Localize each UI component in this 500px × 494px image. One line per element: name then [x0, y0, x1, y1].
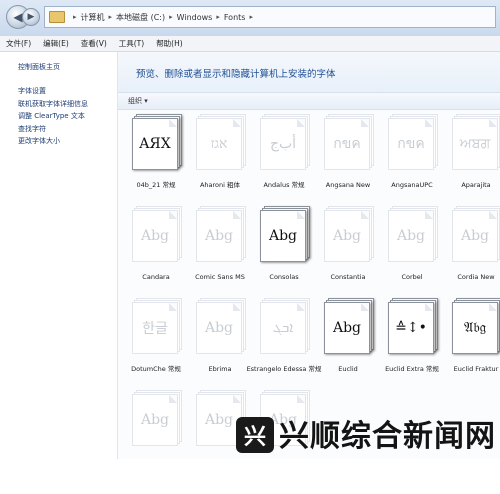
chevron-right-icon: ▸: [73, 13, 77, 21]
font-preview-sample: 𝔄𝔟𝔤: [464, 320, 486, 336]
breadcrumb-item[interactable]: 计算机: [81, 12, 105, 23]
font-preview-sample: 한글: [142, 321, 168, 337]
font-preview-sample: กขค: [397, 136, 425, 152]
font-preview-sample: Abg: [332, 228, 362, 244]
sidebar-links: 字体设置 联机获取字体详细信息 调整 ClearType 文本 查找字符 更改字…: [18, 85, 88, 148]
font-tile[interactable]: 한글 DotumChe 常规: [124, 298, 188, 402]
font-name: Cordia New: [457, 273, 495, 281]
page-title: 预览、删除或者显示和隐藏计算机上安装的字体: [136, 69, 336, 80]
font-tile[interactable]: ਅਬਗ Aparajita: [444, 114, 500, 218]
main-header: 预览、删除或者显示和隐藏计算机上安装的字体: [118, 52, 500, 92]
font-tile[interactable]: Abg: [124, 390, 188, 494]
font-file-icon: Abg: [324, 298, 374, 354]
font-preview-sample: ܐܒܓ: [272, 320, 294, 336]
font-file-icon: ﺃﺏﺝ: [260, 114, 310, 170]
breadcrumb-item[interactable]: Windows: [177, 13, 213, 22]
sidebar-item-font-settings[interactable]: 字体设置: [18, 85, 88, 98]
main-panel: 预览、删除或者显示和隐藏计算机上安装的字体 组织 ▾ AЯX 04b_21 常规 א…: [118, 52, 500, 459]
font-preview-sample: AЯX: [139, 136, 171, 152]
font-tile[interactable]: ≙↕• Euclid Extra 常规: [380, 298, 444, 402]
toolbar: 组织 ▾: [118, 92, 500, 110]
font-file-icon: Abg: [260, 206, 310, 262]
organize-button[interactable]: 组织 ▾: [128, 96, 148, 106]
font-file-icon: Abg: [132, 390, 182, 446]
font-name: Euclid Fraktur: [453, 365, 499, 373]
font-preview-sample: Abg: [204, 320, 234, 336]
control-panel-home-link[interactable]: 控制面板主页: [18, 62, 60, 72]
font-preview-sample: ਅਬਗ: [459, 136, 491, 152]
chevron-right-icon: ▸: [216, 13, 220, 21]
sidebar-item-online-font-info[interactable]: 联机获取字体详细信息: [18, 98, 88, 111]
sidebar-item-find-character[interactable]: 查找字符: [18, 123, 88, 136]
chevron-right-icon: ▸: [108, 13, 113, 21]
font-file-icon: Abg: [324, 206, 374, 262]
font-tile[interactable]: Abg Constantia: [316, 206, 380, 310]
forward-arrow-icon: ▶: [27, 12, 35, 22]
folder-icon: [49, 11, 65, 23]
watermark-logo: 兴: [236, 417, 274, 453]
font-tile[interactable]: Abg Consolas: [252, 206, 316, 310]
font-file-icon: Abg: [452, 206, 500, 262]
font-file-icon: 한글: [132, 298, 182, 354]
font-file-icon: Abg: [196, 206, 246, 262]
font-file-icon: ≙↕•: [388, 298, 438, 354]
font-tile[interactable]: กขค AngsanaUPC: [380, 114, 444, 218]
menu-tools[interactable]: 工具(T): [119, 38, 144, 49]
font-tile[interactable]: Abg Comic Sans MS: [188, 206, 252, 310]
font-preview-sample: ﺃﺏﺝ: [269, 136, 297, 152]
sidebar: 控制面板主页 字体设置 联机获取字体详细信息 调整 ClearType 文本 查…: [0, 52, 118, 459]
breadcrumb-item[interactable]: 本地磁盘 (C:): [116, 12, 165, 23]
breadcrumb[interactable]: ▸ 计算机 ▸ 本地磁盘 (C:) ▸ Windows ▸ Fonts ▸: [44, 6, 496, 28]
font-preview-sample: Abg: [268, 228, 298, 244]
font-tile[interactable]: ﺃﺏﺝ Andalus 常规: [252, 114, 316, 218]
font-preview-sample: Abg: [460, 228, 490, 244]
chevron-right-icon: ▸: [169, 13, 173, 21]
chevron-right-icon: ▸: [249, 13, 253, 21]
menu-bar: 文件(F) 编辑(E) 查看(V) 工具(T) 帮助(H): [0, 36, 500, 52]
font-file-icon: אגז: [196, 114, 246, 170]
font-file-icon: AЯX: [132, 114, 182, 170]
font-file-icon: ܐܒܓ: [260, 298, 310, 354]
font-preview-sample: Abg: [396, 228, 426, 244]
menu-help[interactable]: 帮助(H): [156, 38, 183, 49]
font-preview-sample: กขค: [333, 136, 361, 152]
font-tile[interactable]: אגז Aharoni 粗体: [188, 114, 252, 218]
font-preview-sample: אגז: [210, 135, 228, 152]
font-tile[interactable]: Abg Candara: [124, 206, 188, 310]
font-preview-sample: Abg: [204, 228, 234, 244]
font-file-icon: Abg: [132, 206, 182, 262]
address-bar: ◀ ▶ ▸ 计算机 ▸ 本地磁盘 (C:) ▸ Windows ▸ Fonts …: [0, 0, 500, 37]
font-tile[interactable]: Abg Euclid: [316, 298, 380, 402]
font-file-icon: กขค: [388, 114, 438, 170]
font-file-icon: Abg: [388, 206, 438, 262]
forward-button[interactable]: ▶: [22, 8, 40, 26]
font-preview-sample: Abg: [140, 228, 170, 244]
font-file-icon: ਅਬਗ: [452, 114, 500, 170]
font-tile[interactable]: Abg Ebrima: [188, 298, 252, 402]
font-preview-sample: Abg: [332, 320, 362, 336]
font-file-icon: Abg: [196, 298, 246, 354]
font-tile[interactable]: Abg Corbel: [380, 206, 444, 310]
font-name: Aparajita: [461, 181, 491, 189]
menu-edit[interactable]: 编辑(E): [43, 38, 69, 49]
sidebar-item-change-font-size[interactable]: 更改字体大小: [18, 135, 88, 148]
watermark-text: 兴顺综合新闻网: [279, 419, 496, 454]
font-preview-sample: Abg: [140, 412, 170, 428]
menu-file[interactable]: 文件(F): [6, 38, 31, 49]
font-preview-sample: Abg: [204, 412, 234, 428]
font-file-icon: กขค: [324, 114, 374, 170]
font-tile[interactable]: Abg Cordia New: [444, 206, 500, 310]
font-tile[interactable]: AЯX 04b_21 常规: [124, 114, 188, 218]
breadcrumb-item[interactable]: Fonts: [224, 13, 246, 22]
font-tile[interactable]: 𝔄𝔟𝔤 Euclid Fraktur: [444, 298, 500, 402]
font-tile[interactable]: ܐܒܓ Estrangelo Edessa 常规: [247, 298, 321, 402]
font-preview-sample: ≙↕•: [395, 320, 427, 336]
font-file-icon: 𝔄𝔟𝔤: [452, 298, 500, 354]
sidebar-item-cleartype[interactable]: 调整 ClearType 文本: [18, 110, 88, 123]
font-tile[interactable]: กขค Angsana New: [316, 114, 380, 218]
menu-view[interactable]: 查看(V): [81, 38, 107, 49]
